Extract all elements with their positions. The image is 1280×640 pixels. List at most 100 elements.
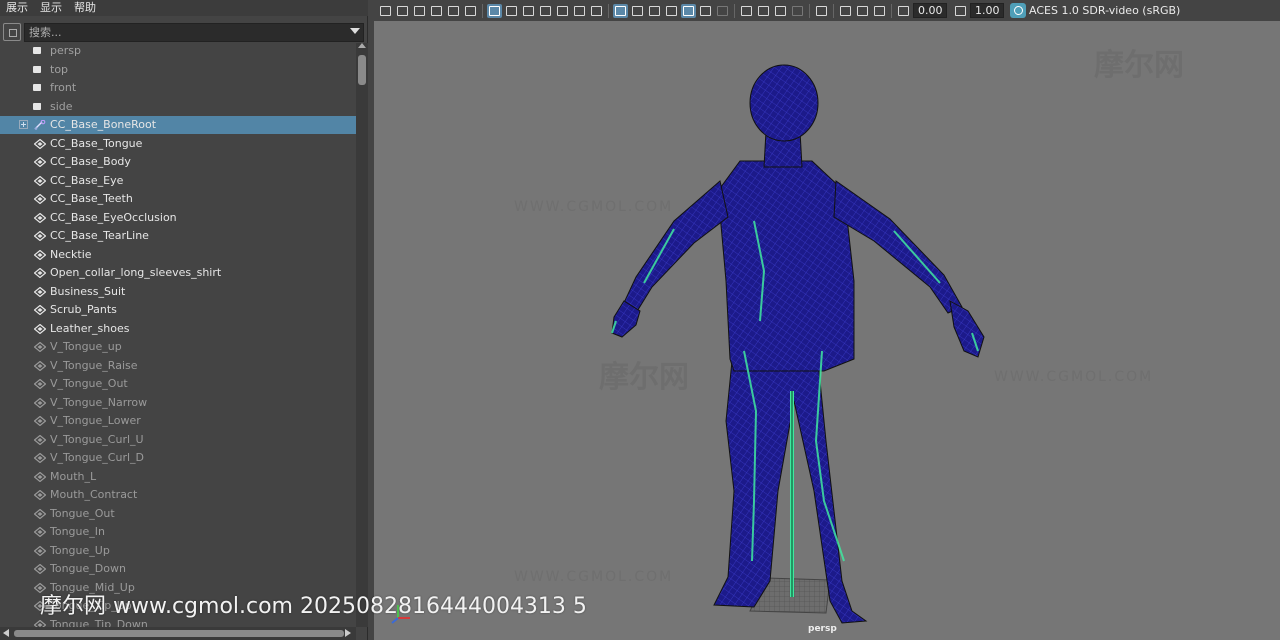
outliner-item[interactable]: side [0, 98, 356, 116]
outliner-item-label: top [50, 62, 69, 76]
transform-icon [34, 286, 46, 297]
outliner-item[interactable]: CC_Base_BoneRoot [0, 116, 356, 134]
color-space-label[interactable]: ACES 1.0 SDR-video (sRGB) [1029, 4, 1180, 17]
transform-icon [34, 508, 46, 519]
shadows-icon[interactable] [739, 4, 754, 18]
screen-space-ao-icon[interactable] [756, 4, 771, 18]
grease-pencil-icon[interactable] [463, 4, 478, 18]
anti-aliasing-icon[interactable] [790, 4, 805, 18]
expand-icon[interactable] [19, 120, 28, 129]
scroll-right-icon[interactable] [345, 629, 351, 637]
scroll-left-icon[interactable] [3, 629, 9, 637]
outliner-item[interactable]: Open_collar_long_sleeves_shirt [0, 264, 356, 282]
search-input[interactable] [24, 23, 364, 42]
default-material-icon[interactable] [647, 4, 662, 18]
outliner-item[interactable]: front [0, 79, 356, 97]
gate-mask-icon[interactable] [538, 4, 553, 18]
outliner-item[interactable]: Business_Suit [0, 283, 356, 301]
outliner-item[interactable]: Tongue_Down [0, 560, 356, 578]
smooth-shade-icon[interactable] [630, 4, 645, 18]
outliner-item[interactable]: CC_Base_EyeOcclusion [0, 209, 356, 227]
exposure-field[interactable]: 0.00 [913, 3, 947, 18]
outliner-item-label: V_Tongue_Curl_D [50, 451, 144, 464]
outliner-item[interactable]: V_Tongue_Lower [0, 412, 356, 430]
xray-active-icon[interactable] [855, 4, 870, 18]
outliner-item[interactable]: V_Tongue_Narrow [0, 394, 356, 412]
outliner-item[interactable]: V_Tongue_Raise [0, 357, 356, 375]
outliner-item[interactable]: V_Tongue_Out [0, 375, 356, 393]
horizontal-scrollbar[interactable] [0, 627, 356, 640]
wireframe-icon[interactable] [613, 3, 628, 18]
2d-pan-zoom-icon[interactable] [446, 4, 461, 18]
joint-icon [34, 120, 46, 130]
field-chart-icon[interactable] [555, 4, 570, 18]
outliner-item[interactable]: V_Tongue_Curl_U [0, 431, 356, 449]
transform-icon [34, 545, 46, 556]
transform-icon [34, 453, 46, 463]
outliner-item[interactable]: CC_Base_Body [0, 153, 356, 171]
outliner-item[interactable]: Tongue_In [0, 523, 356, 541]
xray-icon[interactable] [681, 3, 696, 18]
watermark-text: WWW.CGMOL.COM [514, 199, 673, 215]
select-camera-icon[interactable] [378, 4, 393, 18]
motion-blur-icon[interactable] [773, 4, 788, 18]
outliner-item[interactable]: top [0, 61, 356, 79]
character-mesh[interactable] [611, 64, 985, 624]
outliner-item[interactable]: Mouth_L [0, 468, 356, 486]
chevron-down-icon[interactable] [350, 28, 360, 34]
transform-icon [34, 360, 46, 371]
use-lights-icon[interactable] [715, 4, 730, 18]
toolbar-divider [833, 3, 834, 18]
transform-icon [34, 471, 46, 482]
toolbar-divider [608, 3, 609, 18]
menu-help[interactable]: 帮助 [68, 0, 102, 16]
exposure-icon[interactable] [896, 4, 911, 18]
safe-title-icon[interactable] [589, 4, 604, 18]
watermark-banner: 摩尔网 www.cgmol.com 2025082816444004313 5 [40, 594, 587, 619]
outliner-item[interactable]: V_Tongue_up [0, 338, 356, 356]
outliner-item[interactable]: CC_Base_Tongue [0, 135, 356, 153]
menu-show[interactable]: 显示 [34, 0, 68, 16]
outliner-item[interactable]: persp [0, 43, 356, 60]
wireframe-on-shaded-icon[interactable] [664, 4, 679, 18]
outliner-item[interactable]: CC_Base_Teeth [0, 190, 356, 208]
transform-icon [34, 138, 46, 149]
watermark-text: 摩尔网 [1094, 48, 1184, 83]
safe-action-icon[interactable] [572, 4, 587, 18]
camera-attributes-icon[interactable] [395, 4, 410, 18]
outliner-item[interactable]: Tongue_Out [0, 505, 356, 523]
transform-icon [34, 268, 46, 278]
camera-icon [33, 84, 41, 91]
viewport-panel[interactable]: 0.00 1.00 ACES 1.0 SDR-video (sRGB) 摩尔网 … [374, 0, 1280, 640]
scroll-up-icon[interactable] [358, 43, 366, 48]
menu-display[interactable]: 展示 [0, 0, 34, 16]
gamma-icon[interactable] [953, 4, 968, 18]
gamma-field[interactable]: 1.00 [970, 3, 1004, 18]
outliner-item[interactable]: Leather_shoes [0, 320, 356, 338]
outliner-item[interactable]: Mouth_Contract [0, 486, 356, 504]
resolution-gate-icon[interactable] [521, 4, 536, 18]
textured-icon[interactable] [698, 4, 713, 18]
scroll-thumb-horizontal[interactable] [14, 630, 344, 637]
backface-culling-icon[interactable] [872, 4, 887, 18]
filter-icon[interactable] [3, 23, 21, 41]
outliner-item[interactable]: CC_Base_Eye [0, 172, 356, 190]
image-plane-icon[interactable] [429, 4, 444, 18]
transform-icon [34, 212, 46, 223]
grid-icon[interactable] [487, 3, 502, 18]
bookmark-icon[interactable] [412, 4, 427, 18]
color-management-icon[interactable] [1010, 3, 1026, 18]
transform-icon [34, 619, 46, 627]
viewport-scene[interactable]: 摩尔网 摩尔网 WWW.CGMOL.COM WWW.CGMOL.COM WWW.… [374, 21, 1280, 640]
vertical-scrollbar[interactable] [356, 43, 368, 627]
outliner-item[interactable]: Scrub_Pants [0, 301, 356, 319]
isolate-select-icon[interactable] [814, 4, 829, 18]
outliner-item[interactable]: CC_Base_TearLine [0, 227, 356, 245]
outliner-item[interactable]: Tongue_Up [0, 542, 356, 560]
scroll-thumb[interactable] [358, 55, 366, 85]
outliner-item[interactable]: V_Tongue_Curl_D [0, 449, 356, 467]
xray-joints-icon[interactable] [838, 4, 853, 18]
film-gate-icon[interactable] [504, 4, 519, 18]
toolbar-divider [809, 3, 810, 18]
outliner-item[interactable]: Necktie [0, 246, 356, 264]
